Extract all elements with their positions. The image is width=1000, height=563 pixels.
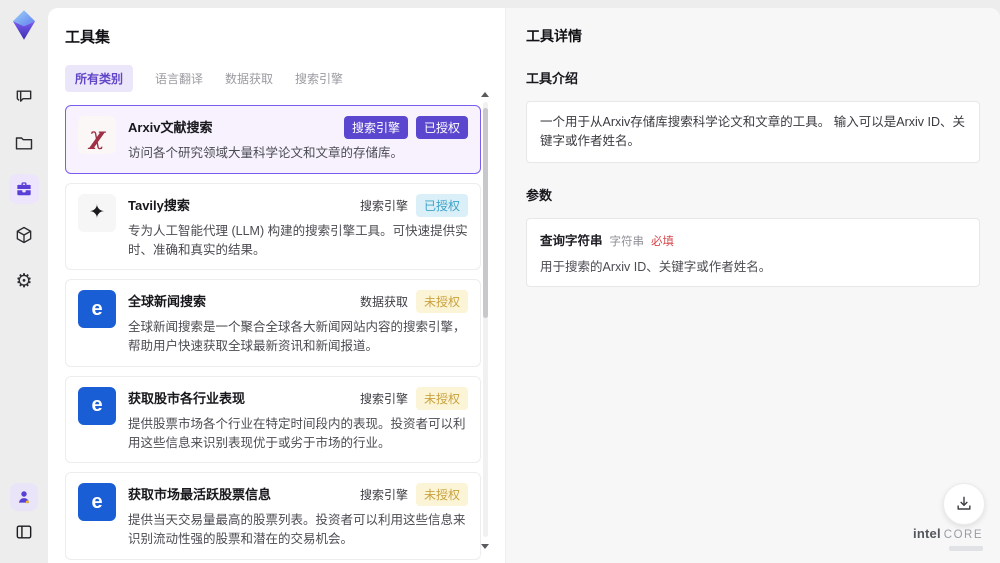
brand-sub-mark: [949, 546, 983, 551]
intro-box: 一个用于从Arxiv存储库搜索科学论文和文章的工具。 输入可以是Arxiv ID…: [526, 101, 980, 163]
sidebar: ⚙: [0, 0, 48, 563]
sidebar-nav: ⚙: [9, 82, 39, 296]
tool-category-tag: 搜索引擎: [343, 116, 408, 139]
page-title: 工具集: [65, 29, 111, 46]
tool-name: Tavily搜索: [128, 197, 190, 213]
param-box: 查询字符串 字符串 必填 用于搜索的Arxiv ID、关键字或作者姓名。: [526, 217, 980, 287]
tool-auth-badge: 未授权: [415, 386, 468, 410]
tool-list-item-tavily-search[interactable]: ✦ Tavily搜索 搜索引擎 已授权 专为人工智能代理 (LLM) 构建的搜索…: [65, 182, 481, 271]
scrollbar-thumb[interactable]: [483, 108, 488, 318]
category-tabs: 所有类别 语言翻译 数据获取 搜索引擎: [65, 65, 505, 92]
tool-name: Arxiv文献搜索: [128, 120, 213, 135]
scroll-down-arrow-icon[interactable]: [481, 544, 489, 549]
param-header-row: 查询字符串 字符串 必填: [540, 230, 966, 249]
tool-description: 提供股票市场各个行业在特定时间段内的表现。投资者可以利用这些信息来识别表现优于或…: [128, 416, 466, 450]
tool-auth-badge: 未授权: [415, 290, 468, 314]
tool-list-pane: 工具集 所有类别 语言翻译 数据获取 搜索引擎 χ Arxiv文献搜索 搜索引擎 已授…: [48, 8, 505, 563]
tool-description: 提供当天交易量最高的股票列表。投资者可以利用这些信息来识别流动性强的股票和潜在的…: [128, 513, 466, 546]
param-description: 用于搜索的Arxiv ID、关键字或作者姓名。: [540, 259, 772, 274]
param-type: 字符串: [609, 235, 645, 248]
tool-category-tag: 搜索引擎: [359, 391, 408, 406]
app-logo-icon[interactable]: [8, 8, 40, 42]
arxiv-logo-icon: χ: [78, 116, 116, 154]
toolbox-icon[interactable]: [9, 174, 39, 204]
tool-category-tag: 数据获取: [359, 295, 408, 310]
chat-icon[interactable]: [9, 82, 39, 112]
tool-description: 访问各个研究领域大量科学论文和文章的存储库。: [128, 146, 404, 160]
tool-name: 获取股市各行业表现: [128, 390, 246, 406]
tool-list: χ Arxiv文献搜索 搜索引擎 已授权 访问各个研究领域大量科学论文和文章的存…: [65, 105, 481, 563]
tool-detail-pane: 工具详情 工具介绍 一个用于从Arxiv存储库搜索科学论文和文章的工具。 输入可…: [505, 8, 1000, 563]
tool-list-item-arxiv-search[interactable]: χ Arxiv文献搜索 搜索引擎 已授权 访问各个研究领域大量科学论文和文章的存…: [65, 105, 481, 174]
detail-title: 工具详情: [526, 28, 582, 44]
scrollbar[interactable]: [481, 92, 490, 559]
tool-description: 全球新闻搜索是一个聚合全球各大新闻网站内容的搜索引擎，帮助用户快速获取全球最新资…: [128, 320, 466, 353]
tab-translation[interactable]: 语言翻译: [155, 65, 203, 92]
brand-primary: intel: [913, 526, 941, 542]
gear-icon[interactable]: ⚙: [9, 266, 39, 296]
tool-list-item-most-active-stocks[interactable]: e 获取市场最活跃股票信息 搜索引擎 未授权 提供当天交易量最高的股票列表。投资…: [65, 472, 481, 560]
tab-all[interactable]: 所有类别: [65, 65, 134, 92]
tool-name: 获取市场最活跃股票信息: [128, 487, 272, 503]
tool-description: 专为人工智能代理 (LLM) 构建的搜索引擎工具。可快速提供实时、准确和真实的结…: [128, 223, 468, 257]
news-app-icon: e: [78, 290, 116, 329]
user-icon[interactable]: [10, 483, 38, 511]
tool-name: 全球新闻搜索: [128, 294, 207, 310]
download-button[interactable]: [943, 483, 985, 525]
tool-list-item-global-news-search[interactable]: e 全球新闻搜索 数据获取 未授权 全球新闻搜索是一个聚合全球各大新闻网站内容的…: [65, 279, 481, 367]
brand-secondary: core: [943, 529, 983, 542]
folder-icon[interactable]: [9, 128, 39, 158]
intel-core-logo: intel core: [913, 525, 983, 551]
tool-list-item-stock-sector-performance[interactable]: e 获取股市各行业表现 搜索引擎 未授权 提供股票市场各个行业在特定时间段内的表…: [65, 375, 481, 464]
scroll-up-arrow-icon[interactable]: [481, 92, 489, 97]
tab-search-engine[interactable]: 搜索引擎: [295, 65, 343, 92]
tool-auth-badge: 未授权: [415, 483, 468, 507]
main-card: 工具集 所有类别 语言翻译 数据获取 搜索引擎 χ Arxiv文献搜索 搜索引擎 已授…: [48, 8, 1000, 563]
tool-auth-badge: 已授权: [415, 116, 468, 139]
tool-category-tag: 搜索引擎: [359, 198, 408, 213]
finance-app-icon: e: [78, 483, 116, 522]
cube-icon[interactable]: [9, 220, 39, 250]
param-required-badge: 必填: [651, 235, 675, 248]
param-name: 查询字符串: [540, 233, 603, 248]
panel-toggle-icon[interactable]: [9, 517, 39, 547]
intro-heading: 工具介绍: [526, 71, 579, 86]
finance-app-icon: e: [78, 386, 116, 425]
sidebar-bottom: [9, 483, 39, 547]
app-window: ⚙ 工具集 所有类别 语言翻译 数据获取 搜索引擎 χ Arxiv文献搜索 搜索…: [0, 0, 1000, 563]
tool-category-tag: 搜索引擎: [359, 488, 408, 503]
tab-data-fetch[interactable]: 数据获取: [225, 65, 273, 92]
params-heading: 参数: [526, 187, 553, 203]
intro-text: 一个用于从Arxiv存储库搜索科学论文和文章的工具。 输入可以是Arxiv ID…: [540, 115, 966, 148]
tool-auth-badge: 已授权: [415, 193, 468, 217]
sparkle-icon: ✦: [78, 193, 116, 232]
